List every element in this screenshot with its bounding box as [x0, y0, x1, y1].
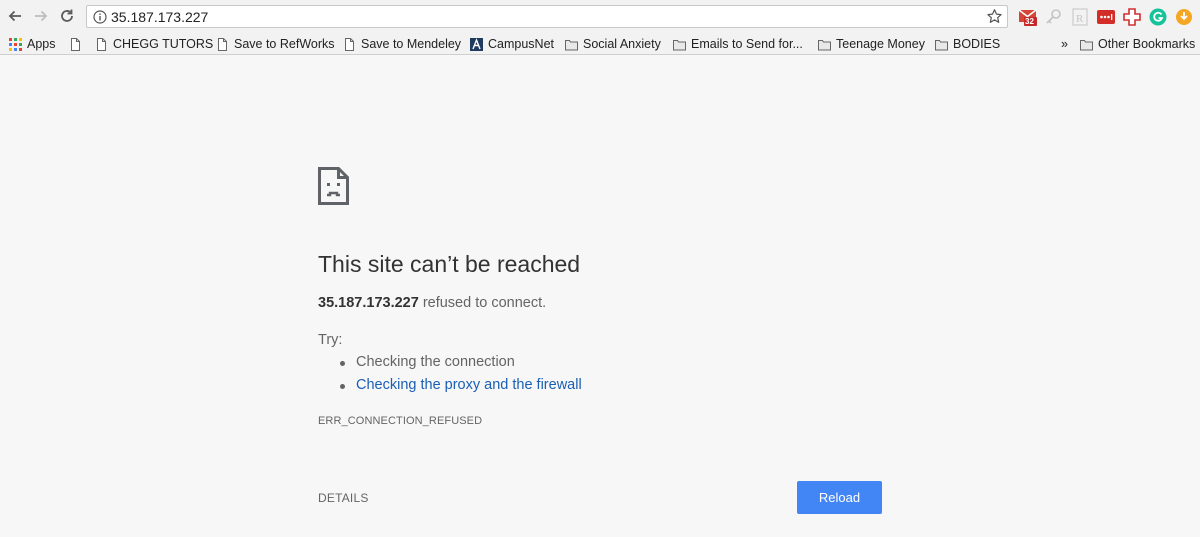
refresh-button[interactable]: [57, 6, 77, 26]
bookmark-label: BODIES: [953, 37, 1001, 51]
forward-button[interactable]: [31, 6, 51, 26]
other-bookmarks-folder[interactable]: Other Bookmarks: [1080, 36, 1195, 52]
folder-icon: [565, 39, 578, 50]
bookmark-label: CampusNet: [488, 37, 554, 51]
try-label: Try:: [318, 332, 343, 348]
bookmark-save-to-mendeley[interactable]: Save to Mendeley: [343, 36, 461, 52]
campusnet-icon: [470, 37, 483, 51]
suggestion-check-connection: Checking the connection: [356, 354, 515, 370]
address-bar[interactable]: 35.187.173.227: [86, 5, 1008, 28]
error-title: This site can’t be reached: [318, 251, 581, 277]
apps-label: Apps: [27, 37, 56, 51]
forward-arrow-icon: [35, 10, 48, 22]
reload-button[interactable]: Reload: [797, 481, 882, 514]
key-extension-icon[interactable]: [1045, 8, 1063, 26]
bookmark-folder-bodies[interactable]: BODIES: [935, 36, 1000, 52]
back-button[interactable]: [5, 6, 25, 26]
info-icon[interactable]: [93, 10, 107, 24]
browser-toolbar: 35.187.173.227 32 R: [0, 0, 1200, 33]
details-button[interactable]: DETAILS: [318, 491, 369, 505]
url-text[interactable]: 35.187.173.227: [111, 9, 208, 25]
bookmark-label: Teenage Money: [836, 37, 925, 51]
page-icon: [345, 37, 354, 51]
sad-page-icon: [318, 167, 349, 205]
suggestion-item: Checking the proxy and the firewall: [340, 377, 582, 400]
folder-icon: [1080, 39, 1093, 50]
suggestion-item: Checking the connection: [340, 354, 582, 377]
error-message: 35.187.173.227 refused to connect.: [318, 295, 546, 311]
bookmark-campusnet[interactable]: CampusNet: [470, 36, 554, 52]
back-arrow-icon: [8, 10, 21, 22]
bookmark-label: Social Anxiety: [583, 37, 661, 51]
svg-text:R: R: [1076, 13, 1084, 25]
bookmark-label: CHEGG TUTORS: [113, 37, 214, 51]
error-host: 35.187.173.227: [318, 295, 419, 311]
bookmark-label: Emails to Send for...: [691, 37, 803, 51]
bookmark-label: Save to Mendeley: [361, 37, 462, 51]
error-message-suffix: refused to connect.: [418, 295, 547, 311]
gmail-badge: 32: [1025, 17, 1034, 26]
error-code: ERR_CONNECTION_REFUSED: [318, 415, 483, 427]
honey-extension-icon[interactable]: [1175, 8, 1193, 26]
lastpass-extension-icon[interactable]: [1097, 8, 1115, 26]
bookmarks-bar: Apps CHEGG TUTORS Save to RefWorks Save …: [0, 33, 1200, 55]
apps-grid-icon: [9, 37, 22, 51]
bookmark-star-icon[interactable]: [986, 8, 1003, 25]
bookmark-label: Save to RefWorks: [234, 37, 335, 51]
apps-bookmark[interactable]: Apps: [9, 36, 56, 52]
bookmark-folder-teenage-money[interactable]: Teenage Money: [818, 36, 925, 52]
gmail-checker-icon[interactable]: 32: [1019, 8, 1037, 26]
bookmark-item[interactable]: [69, 36, 87, 52]
suggestion-check-proxy-link[interactable]: Checking the proxy and the firewall: [356, 377, 582, 393]
overflow-chevron-icon: »: [1061, 37, 1068, 51]
folder-icon: [673, 39, 686, 50]
suggestion-list: Checking the connection Checking the pro…: [340, 354, 582, 400]
folder-icon: [818, 39, 831, 50]
bookmarks-overflow-button[interactable]: »: [1061, 36, 1068, 52]
bookmark-folder-social-anxiety[interactable]: Social Anxiety: [565, 36, 661, 52]
plus-extension-icon[interactable]: [1123, 8, 1141, 26]
page-icon: [97, 37, 106, 51]
bookmark-chegg-tutors[interactable]: CHEGG TUTORS: [95, 36, 213, 52]
page-icon: [218, 37, 227, 51]
refresh-icon: [61, 9, 73, 22]
folder-icon: [935, 39, 948, 50]
bookmark-save-to-refworks[interactable]: Save to RefWorks: [216, 36, 335, 52]
bookmark-folder-emails-to-send[interactable]: Emails to Send for...: [673, 36, 803, 52]
readcube-extension-icon[interactable]: R: [1071, 8, 1089, 26]
page-icon: [71, 37, 80, 51]
other-bookmarks-label: Other Bookmarks: [1098, 37, 1196, 51]
grammarly-extension-icon[interactable]: [1149, 8, 1167, 26]
